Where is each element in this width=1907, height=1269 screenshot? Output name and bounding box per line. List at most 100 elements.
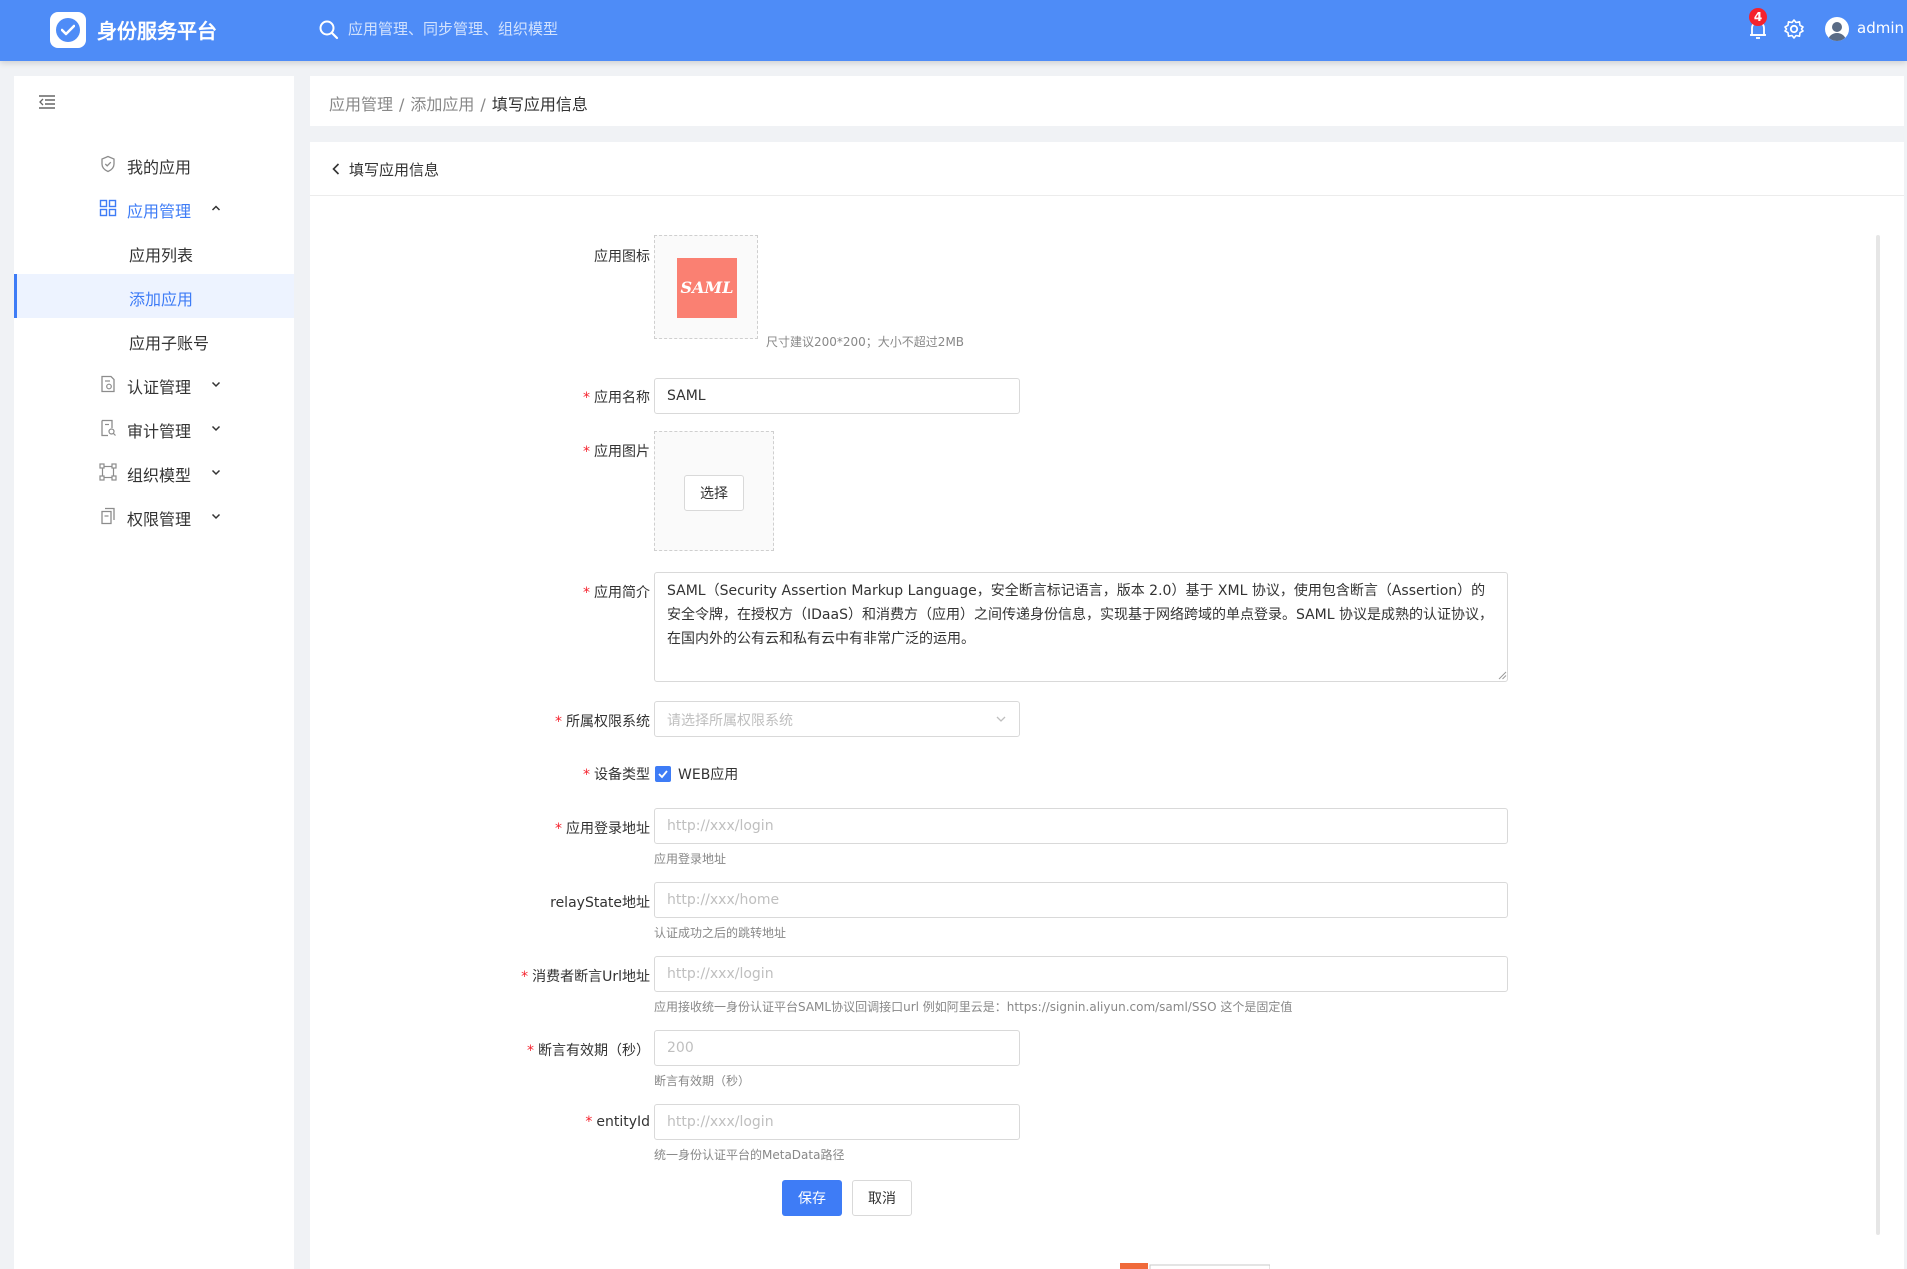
login-url-label-text: 应用登录地址	[566, 821, 650, 837]
device-type-label: * 设备类型	[583, 767, 650, 783]
choose-picture-button[interactable]: 选择	[684, 475, 744, 511]
resize-grip-icon[interactable]	[1497, 670, 1507, 680]
chevron-down-icon	[211, 469, 221, 476]
sidebar-subitem-label: 应用子账号	[129, 334, 210, 353]
permission-system-label: * 所属权限系统	[555, 714, 650, 730]
back-arrow-icon[interactable]	[330, 162, 342, 176]
sidebar-item-label: 权限管理	[127, 510, 192, 529]
acs-url-input[interactable]	[654, 956, 1508, 992]
select-placeholder: 请选择所属权限系统	[667, 713, 793, 729]
web-app-checkbox[interactable]	[655, 766, 671, 782]
chevron-down-icon	[211, 425, 221, 432]
cancel-button[interactable]: 取消	[852, 1180, 912, 1216]
permission-icon	[101, 507, 115, 525]
footer-watermark-icon	[1120, 1263, 1270, 1269]
app-description-label: * 应用简介	[583, 585, 650, 601]
avatar[interactable]	[1825, 17, 1849, 41]
breadcrumb-item-add-app[interactable]: 添加应用	[410, 95, 474, 114]
entity-id-input[interactable]	[654, 1104, 1020, 1140]
login-url-input[interactable]	[654, 808, 1508, 844]
sidebar-item-label: 应用管理	[127, 202, 192, 221]
scrollbar[interactable]	[1876, 235, 1880, 1235]
sidebar: 我的应用 应用管理 应用列表 添加应用 应用子账号 认证管理 审计管理 组织模型…	[14, 76, 294, 1269]
chevron-up-icon	[211, 205, 221, 211]
grid-icon	[99, 199, 117, 217]
acs-url-label-text: 消费者断言Url地址	[532, 969, 650, 985]
app-icon-label: 应用图标	[310, 246, 650, 266]
sidebar-item-auth-management[interactable]: 认证管理	[14, 362, 294, 406]
brand-title: 身份服务平台	[97, 19, 217, 43]
app-picture-label-text: 应用图片	[594, 444, 650, 460]
login-url-label: * 应用登录地址	[555, 821, 650, 837]
breadcrumb-bar: 应用管理 / 添加应用 / 填写应用信息	[310, 76, 1904, 126]
chevron-down-icon	[996, 716, 1006, 722]
gear-icon[interactable]	[1783, 18, 1805, 40]
saml-logo: SAML	[677, 258, 737, 318]
sidebar-subitem-add-app[interactable]: 添加应用	[14, 274, 294, 318]
breadcrumb-current: 填写应用信息	[491, 95, 588, 114]
main-panel: 填写应用信息 应用图标 SAML 尺寸建议200*200；大小不超过2MB * 应…	[310, 142, 1904, 1269]
username[interactable]: admin	[1857, 19, 1904, 37]
sidebar-subitem-app-sub-accounts[interactable]: 应用子账号	[14, 318, 294, 362]
sidebar-subitem-label: 应用列表	[129, 246, 194, 265]
app-name-input[interactable]	[654, 378, 1020, 414]
assertion-validity-label: * 断言有效期（秒）	[527, 1043, 650, 1059]
entity-id-label-text: entityId	[596, 1114, 650, 1130]
sidebar-item-permission-management[interactable]: 权限管理	[14, 494, 294, 538]
web-app-checkbox-label[interactable]: WEB应用	[678, 764, 738, 784]
menu-collapse-icon[interactable]	[38, 94, 56, 110]
assertion-validity-input[interactable]	[654, 1030, 1020, 1066]
relay-state-label: relayState地址	[310, 892, 650, 912]
org-icon	[99, 463, 117, 481]
notification-badge: 4	[1749, 8, 1767, 26]
relay-state-help: 认证成功之后的跳转地址	[654, 926, 787, 940]
certificate-icon	[101, 375, 115, 393]
sidebar-item-label: 审计管理	[127, 422, 192, 441]
sidebar-subitem-label: 添加应用	[129, 290, 194, 309]
device-type-label-text: 设备类型	[594, 767, 650, 783]
logo-icon[interactable]	[50, 12, 86, 48]
relay-state-label-text: relayState地址	[550, 895, 650, 911]
app-description-textarea[interactable]: SAML（Security Assertion Markup Language，…	[654, 572, 1508, 682]
breadcrumb-separator: /	[480, 95, 486, 114]
app-name-label-text: 应用名称	[594, 390, 650, 406]
assertion-validity-help: 断言有效期（秒）	[654, 1074, 751, 1088]
sidebar-item-my-apps[interactable]: 我的应用	[14, 142, 294, 186]
save-button[interactable]: 保存	[782, 1180, 842, 1216]
acs-url-label: * 消费者断言Url地址	[521, 969, 650, 985]
app-description-label-text: 应用简介	[594, 585, 650, 601]
permission-system-select[interactable]: 请选择所属权限系统	[654, 701, 1020, 737]
sidebar-subitem-app-list[interactable]: 应用列表	[14, 230, 294, 274]
breadcrumb: 应用管理 / 添加应用 / 填写应用信息	[329, 91, 588, 115]
panel-header: 填写应用信息	[310, 142, 1904, 196]
app-icon-help: 尺寸建议200*200；大小不超过2MB	[766, 335, 965, 349]
sidebar-item-app-management[interactable]: 应用管理	[14, 186, 294, 230]
search-icon[interactable]	[318, 19, 340, 41]
relay-state-input[interactable]	[654, 882, 1508, 918]
app-icon-upload[interactable]: SAML	[654, 235, 758, 339]
audit-icon	[101, 419, 116, 437]
sidebar-item-label: 认证管理	[127, 378, 192, 397]
acs-url-help: 应用接收统一身份认证平台SAML协议回调接口url 例如阿里云是：https:/…	[654, 1000, 1293, 1014]
top-header: 身份服务平台 4 admin	[0, 0, 1907, 61]
entity-id-label: * entityId	[585, 1114, 650, 1130]
assertion-validity-label-text: 断言有效期（秒）	[538, 1043, 650, 1059]
breadcrumb-separator: /	[399, 95, 405, 114]
sidebar-item-org-model[interactable]: 组织模型	[14, 450, 294, 494]
app-picture-label: * 应用图片	[583, 444, 650, 460]
permission-system-label-text: 所属权限系统	[566, 714, 650, 730]
shield-icon	[101, 155, 115, 173]
login-url-help: 应用登录地址	[654, 852, 727, 866]
app-picture-upload: 选择	[654, 431, 774, 551]
chevron-down-icon	[211, 513, 221, 520]
app-name-label: * 应用名称	[583, 390, 650, 406]
app-icon-label-text: 应用图标	[594, 249, 650, 265]
page-title: 填写应用信息	[349, 161, 440, 179]
entity-id-help: 统一身份认证平台的MetaData路径	[654, 1148, 845, 1162]
search-input[interactable]	[348, 16, 648, 42]
sidebar-item-audit-management[interactable]: 审计管理	[14, 406, 294, 450]
breadcrumb-item-app-management[interactable]: 应用管理	[329, 95, 393, 114]
sidebar-item-label: 我的应用	[127, 158, 192, 177]
chevron-down-icon	[211, 381, 221, 388]
sidebar-item-label: 组织模型	[127, 466, 192, 485]
